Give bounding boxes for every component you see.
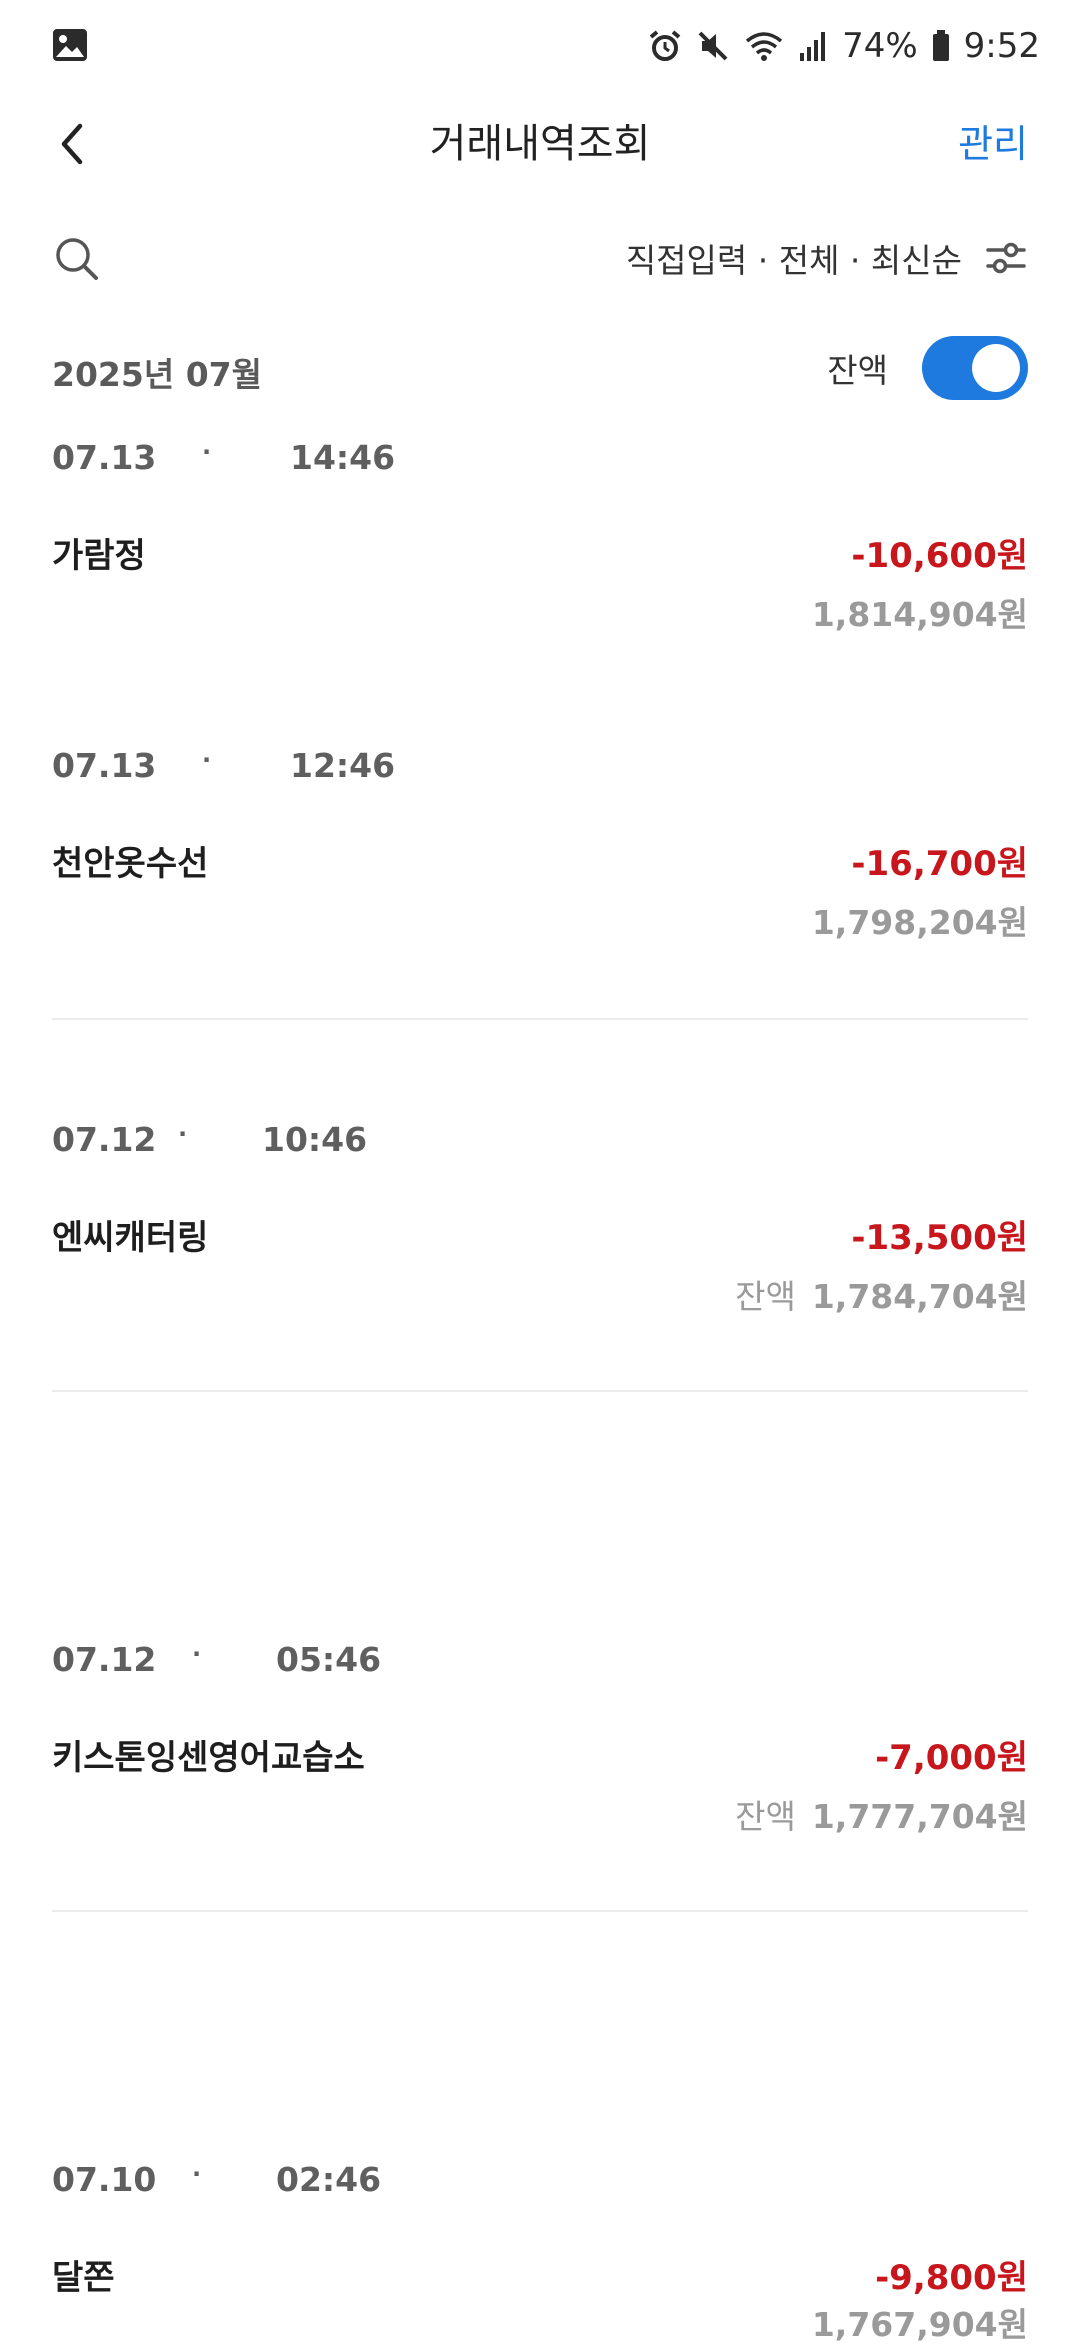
mute-icon (696, 29, 730, 63)
transaction-balance: 1,767,904원 (812, 2298, 1028, 2346)
date-time-separator: · (202, 438, 212, 466)
balance-toggle-label: 잔액 (827, 351, 888, 390)
transaction-amount: -13,500원 (851, 1218, 1028, 1258)
transaction-item[interactable]: 07.13 · 12:46 천안옷수선 -16,700원 1,798,204원 (52, 746, 1028, 942)
month-label: 2025년 07월 (52, 355, 262, 394)
divider (52, 1390, 1028, 1392)
transaction-time: 10:46 (262, 1120, 368, 1159)
balance-prefix: 잔액 (735, 1277, 796, 1316)
balance-value: 1,798,204원 (811, 903, 1028, 942)
status-time: 9:52 (963, 26, 1040, 66)
transaction-time: 14:46 (290, 438, 396, 477)
transaction-merchant: 달쫀 (52, 2258, 115, 2298)
month-row: 2025년 07월 잔액 (0, 330, 1080, 406)
transaction-amount: -7,000원 (875, 1738, 1028, 1778)
transaction-item[interactable]: 07.12 · 05:46 키스톤잉센영어교습소 -7,000원 잔액 1,777… (52, 1640, 1028, 1836)
balance-value: 1,777,704원 (811, 1797, 1028, 1836)
transaction-amount: -16,700원 (851, 844, 1028, 884)
signal-icon (798, 29, 828, 63)
transaction-balance: 잔액 1,784,704원 (735, 1270, 1028, 1318)
battery-icon (932, 30, 950, 62)
alarm-icon (648, 29, 682, 63)
gallery-notification-icon (52, 28, 88, 62)
balance-value: 1,784,704원 (811, 1277, 1028, 1316)
wifi-icon (744, 29, 784, 63)
transaction-balance: 잔액 1,777,704원 (735, 1790, 1028, 1838)
search-button[interactable] (52, 234, 102, 284)
filter-button[interactable]: 직접입력 · 전체 · 최신순 (626, 228, 1028, 288)
transaction-item[interactable]: 07.13 · 14:46 가람정 -10,600원 1,814,904원 (52, 438, 1028, 634)
transaction-date: 07.12 (52, 1640, 157, 1679)
date-time-separator: · (202, 746, 212, 774)
balance-value: 1,814,904원 (811, 595, 1028, 634)
transaction-item[interactable]: 07.10 · 02:46 달쫀 -9,800원 1,767,904원 (52, 2160, 1028, 2344)
page-title: 거래내역조회 (429, 121, 651, 167)
app-bar: 거래내역조회 관리 (0, 92, 1080, 196)
transaction-amount: -9,800원 (875, 2258, 1028, 2298)
status-bar: 74% 9:52 (0, 0, 1080, 92)
transaction-item[interactable]: 07.12 · 10:46 엔씨캐터링 -13,500원 잔액 1,784,704… (52, 1120, 1028, 1316)
search-icon (56, 238, 98, 280)
divider (52, 1018, 1028, 1020)
transaction-time: 12:46 (290, 746, 396, 785)
transaction-amount: -10,600원 (851, 536, 1028, 576)
toggle-knob (972, 344, 1020, 392)
transaction-date: 07.12 (52, 1120, 157, 1159)
divider (52, 1910, 1028, 1912)
date-time-separator: · (178, 1120, 188, 1148)
transaction-time: 02:46 (276, 2160, 382, 2199)
filter-summary: 직접입력 · 전체 · 최신순 (625, 241, 962, 280)
date-time-separator: · (192, 1640, 202, 1668)
transaction-balance: 1,798,204원 (812, 896, 1028, 944)
transaction-merchant: 가람정 (52, 536, 146, 576)
transaction-date: 07.13 (52, 438, 157, 477)
transaction-merchant: 엔씨캐터링 (52, 1218, 209, 1258)
battery-percent: 74% (842, 26, 918, 66)
balance-prefix: 잔액 (735, 1797, 796, 1836)
transaction-date: 07.10 (52, 2160, 157, 2199)
transaction-time: 05:46 (276, 1640, 382, 1679)
transaction-date: 07.13 (52, 746, 157, 785)
transaction-merchant: 키스톤잉센영어교습소 (52, 1738, 365, 1778)
date-time-separator: · (192, 2160, 202, 2188)
balance-toggle[interactable] (922, 336, 1028, 400)
status-icons: 74% 9:52 (648, 20, 1040, 72)
transaction-merchant: 천안옷수선 (52, 844, 209, 884)
manage-button[interactable]: 관리 (958, 114, 1028, 174)
transaction-balance: 1,814,904원 (812, 588, 1028, 636)
filter-row: 직접입력 · 전체 · 최신순 (0, 222, 1080, 294)
balance-value: 1,767,904원 (811, 2305, 1028, 2344)
sliders-icon (986, 242, 1026, 274)
